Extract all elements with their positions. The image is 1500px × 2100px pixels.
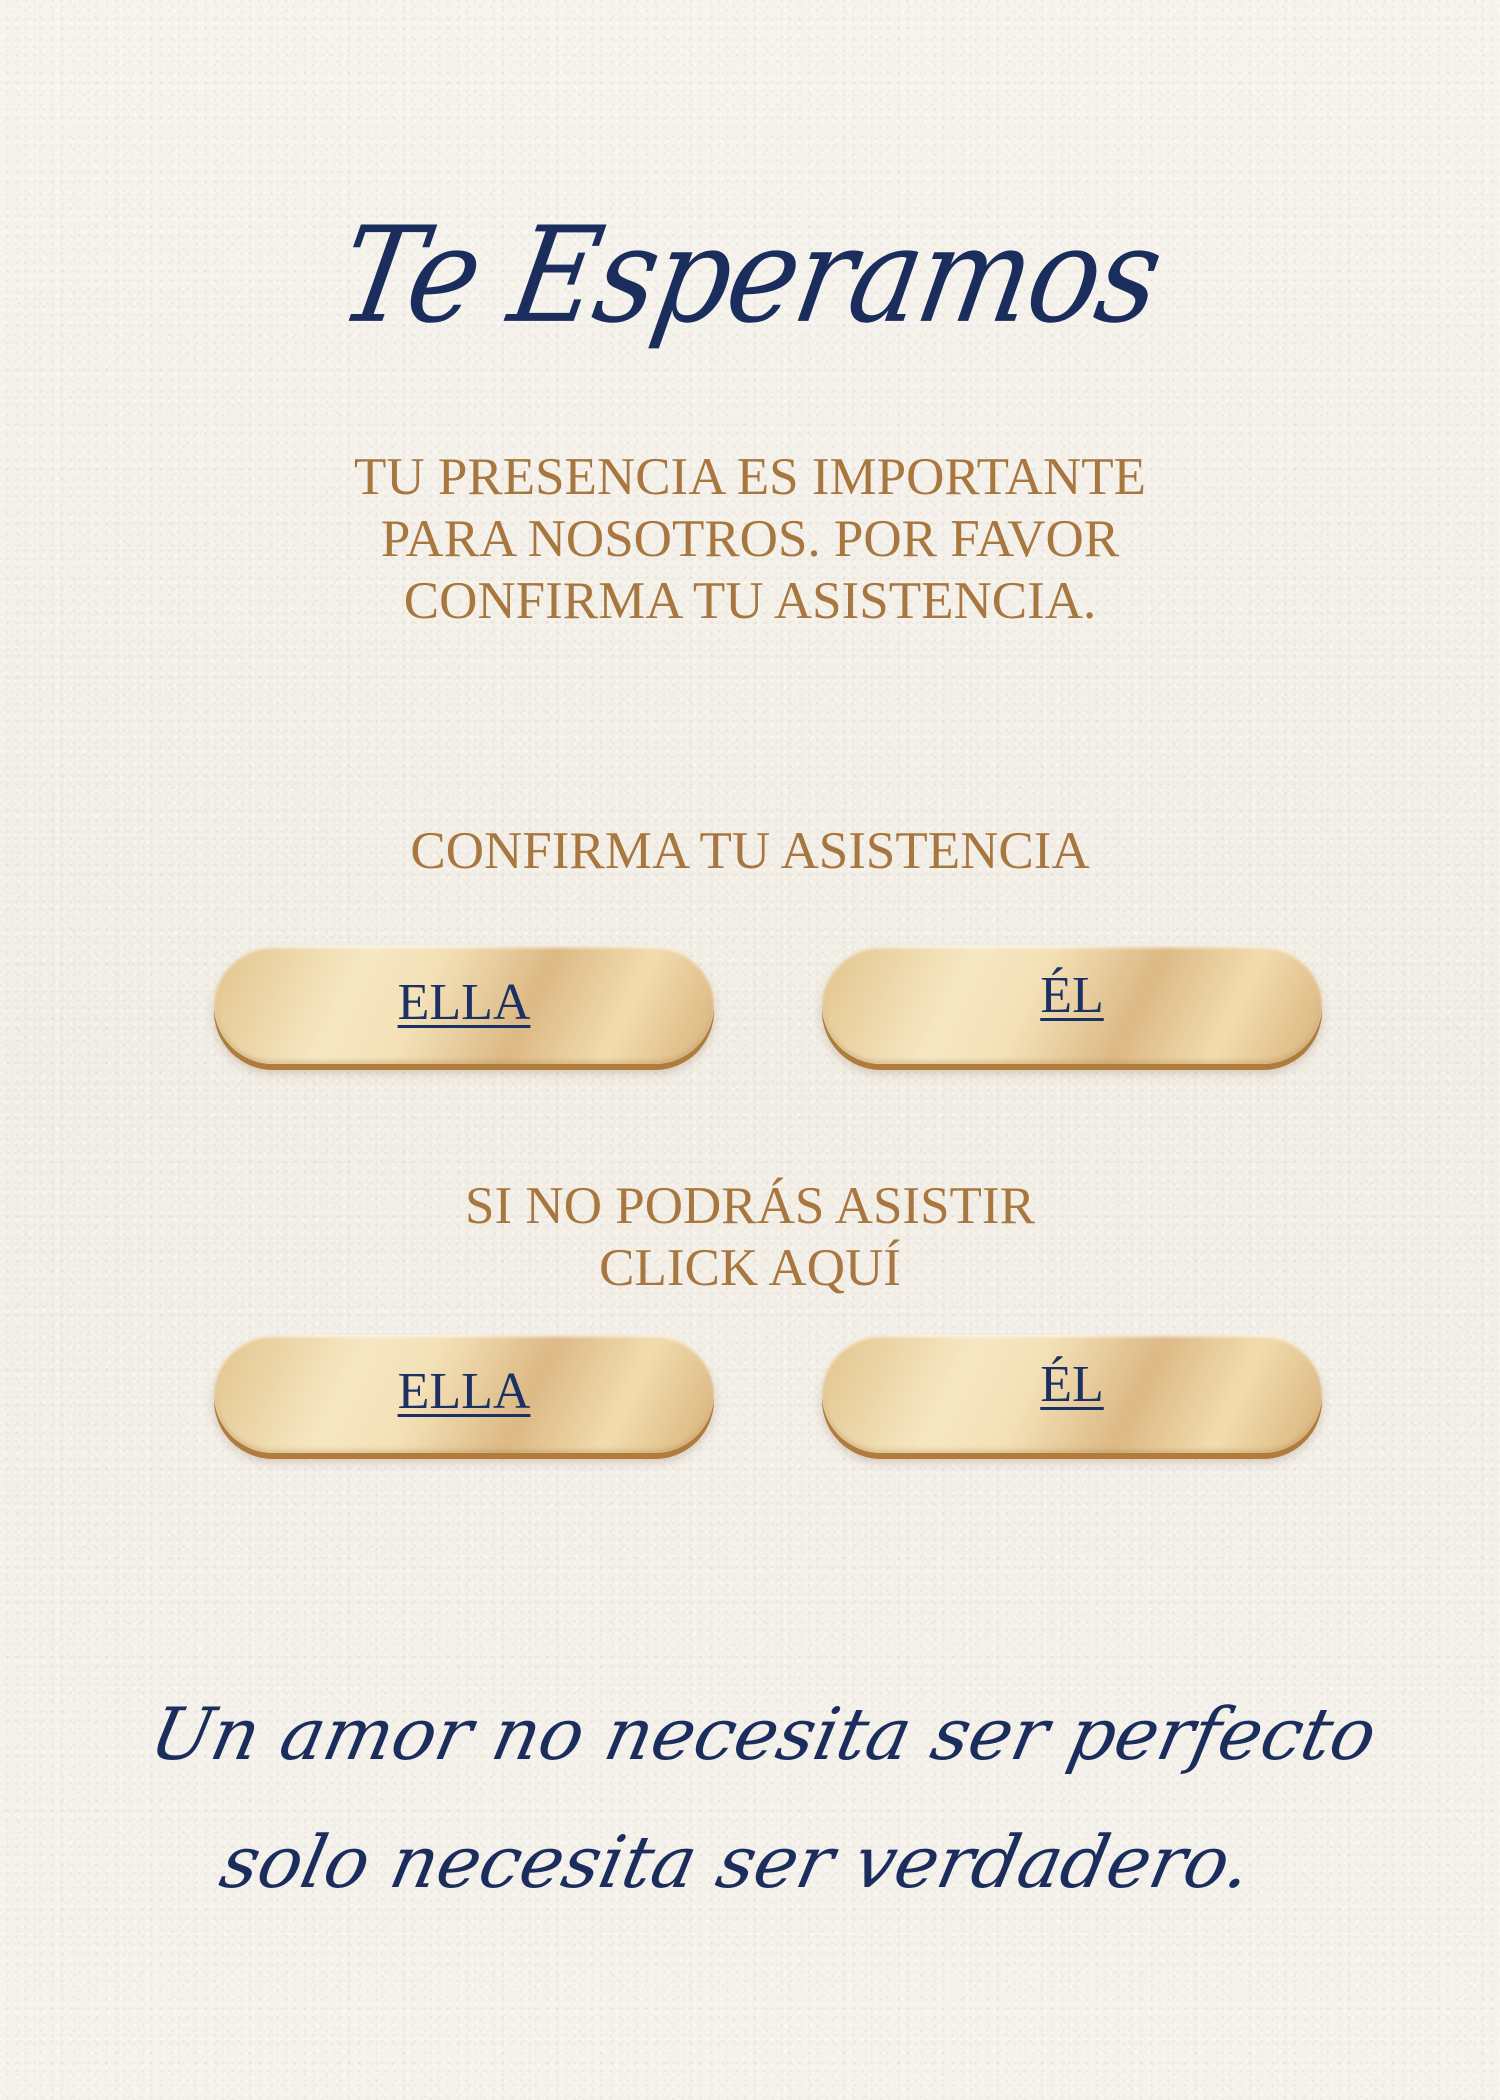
confirm-ella-button[interactable]: ELLA <box>214 946 714 1064</box>
confirm-ella-label: ELLA <box>397 974 531 1031</box>
quote-line: solo necesita ser verdadero. <box>213 1820 1260 1904</box>
confirm-heading: CONFIRMA TU ASISTENCIA <box>410 822 1090 880</box>
page-title: Te Esperamos <box>328 197 1172 353</box>
decline-el-label: ÉL <box>1040 1356 1104 1413</box>
intro-line: PARA NOSOTROS. POR FAVOR <box>380 510 1120 568</box>
intro-message: TU PRESENCIA ES IMPORTANTE PARA NOSOTROS… <box>0 446 1500 632</box>
intro-line: TU PRESENCIA ES IMPORTANTE <box>353 448 1147 506</box>
decline-heading-line: CLICK AQUÍ <box>599 1239 901 1297</box>
intro-line: CONFIRMA TU ASISTENCIA. <box>403 572 1097 630</box>
confirm-el-button[interactable]: ÉL <box>822 946 1322 1064</box>
decline-heading: SI NO PODRÁS ASISTIR CLICK AQUÍ <box>0 1175 1500 1299</box>
quote-line: Un amor no necesita ser perfecto <box>143 1692 1384 1776</box>
confirm-el-label: ÉL <box>1040 967 1104 1024</box>
rsvp-page: { "header": { "title": "Te Esperamos" },… <box>0 0 1500 2100</box>
decline-ella-button[interactable]: ELLA <box>214 1335 714 1453</box>
closing-quote: Un amor no necesita ser perfecto solo ne… <box>0 1670 1500 1926</box>
decline-el-button[interactable]: ÉL <box>822 1335 1322 1453</box>
decline-ella-label: ELLA <box>397 1363 531 1420</box>
decline-heading-line: SI NO PODRÁS ASISTIR <box>465 1177 1035 1235</box>
